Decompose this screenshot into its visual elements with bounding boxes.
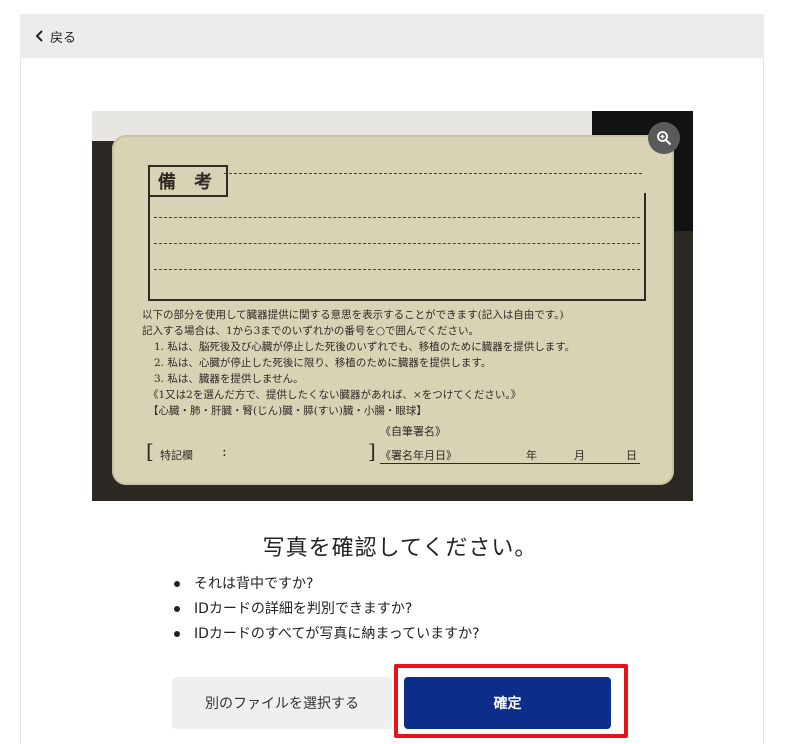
- zoom-button[interactable]: [648, 122, 680, 154]
- card-text-line: 1. 私は、脳死後及び心臓が停止した死後のいずれでも、移植のために臓器を提供しま…: [154, 341, 576, 353]
- list-item: IDカードのすべてが写真に納まっていますか?: [174, 622, 480, 647]
- special-notes-label: 特記欄: [160, 449, 193, 462]
- back-label: 戻る: [50, 30, 77, 46]
- card-notes-box: [148, 193, 646, 301]
- chevron-left-icon: [35, 30, 43, 42]
- bullet-icon: [174, 631, 180, 637]
- page-title: 写真を確認してください。: [262, 536, 538, 561]
- card-text-line: 3. 私は、臓器を提供しません。: [154, 373, 304, 385]
- card-footer: [ 特記欄 : ] 《自筆署名》 《署名年月日》 年 月 日: [146, 425, 646, 467]
- id-card-back: 備 考 以下の部分を使用して臓器提供に関する意思を表示することができます(記入は…: [112, 135, 674, 485]
- bullet-icon: [174, 606, 180, 612]
- list-item-label: IDカードの詳細を判別できますか?: [194, 601, 413, 617]
- card-text-line: 2. 私は、心臓が停止した死後に限り、移植のために臓器を提供します。: [154, 357, 492, 369]
- card-text: 以下の部分を使用して臓器提供に関する意思を表示することができます(記入は自由です…: [142, 307, 672, 419]
- card-bracket: [: [146, 439, 154, 463]
- zoom-in-icon: [657, 131, 672, 146]
- checklist: それは背中ですか? IDカードの詳細を判別できますか? IDカードのすべてが写真…: [174, 572, 480, 647]
- card-bracket: ]: [368, 439, 376, 463]
- card-dashed-line: [154, 217, 640, 218]
- card-text-line: 【心臓・肺・肝臓・腎(じん)臓・膵(すい)臓・小腸・眼球】: [148, 405, 427, 417]
- day-label: 日: [626, 449, 637, 462]
- year-label: 年: [526, 449, 537, 462]
- month-label: 月: [574, 449, 585, 462]
- card-text-line: 記入する場合は、1から3までのいずれかの番号を○で囲んでください。: [142, 325, 479, 337]
- list-item-label: それは背中ですか?: [194, 576, 314, 592]
- card-dashed-line: [154, 243, 640, 244]
- card-text-line: 以下の部分を使用して臓器提供に関する意思を表示することができます(記入は自由です…: [142, 309, 564, 321]
- select-another-file-button[interactable]: 別のファイルを選択する: [172, 677, 392, 729]
- signature-label: 《自筆署名》: [380, 425, 446, 438]
- signature-date-label: 《署名年月日》: [380, 447, 640, 464]
- special-notes-colon: :: [222, 444, 227, 460]
- card-rule: [224, 173, 642, 174]
- bullet-icon: [174, 581, 180, 587]
- top-bar: 戻る: [20, 14, 764, 58]
- card-dashed-line: [154, 269, 640, 270]
- list-item-label: IDカードのすべてが写真に納まっていますか?: [194, 626, 480, 642]
- uploaded-photo: 備 考 以下の部分を使用して臓器提供に関する意思を表示することができます(記入は…: [92, 111, 693, 501]
- confirm-button[interactable]: 確定: [404, 677, 611, 729]
- list-item: IDカードの詳細を判別できますか?: [174, 597, 480, 622]
- back-button[interactable]: 戻る: [34, 27, 76, 46]
- list-item: それは背中ですか?: [174, 572, 480, 597]
- card-text-line: 《1又は2を選んだ方で、提供したくない臓器があれば、×をつけてください。》: [148, 389, 522, 401]
